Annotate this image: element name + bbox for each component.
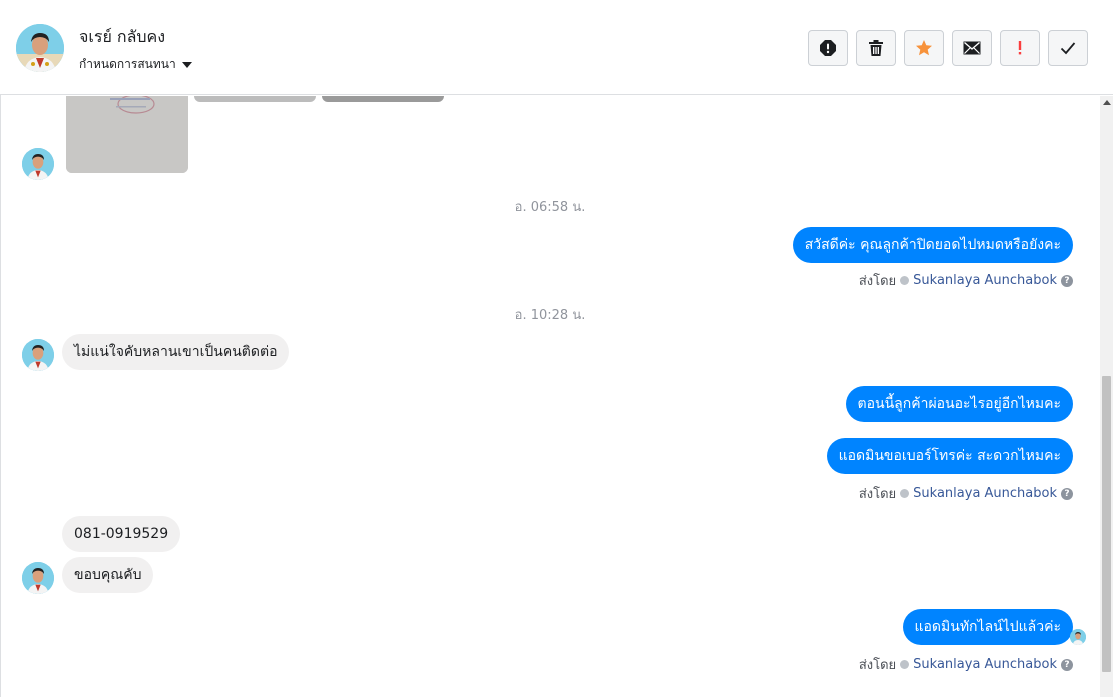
conversation-toolbar: [808, 30, 1088, 66]
sent-by-line: ส่งโดย Sukanlaya Aunchabok ?: [859, 654, 1073, 675]
contact-avatar[interactable]: [22, 562, 54, 594]
scrollbar-thumb[interactable]: [1102, 376, 1111, 672]
outgoing-message[interactable]: สวัสดีค่ะ คุณลูกค้าปิดยอดไปหมดหรือยังคะ: [792, 227, 1073, 263]
agent-status-icon: [900, 489, 910, 498]
message-list: อ. 06:58 น. สวัสดีค่ะ คุณลูกค้าปิดยอดไปห…: [0, 96, 1100, 697]
exclamation-icon: [1018, 41, 1022, 55]
outgoing-message[interactable]: แอดมินทักไลน์ไปแล้วค่ะ: [902, 609, 1073, 645]
conversation-settings-dropdown[interactable]: กำหนดการสนทนา: [79, 55, 192, 74]
sent-by-prefix: ส่งโดย: [858, 487, 897, 502]
spam-button[interactable]: [808, 30, 848, 66]
help-icon[interactable]: ?: [1061, 487, 1073, 500]
help-icon[interactable]: ?: [1061, 658, 1073, 671]
agent-status-icon: [900, 660, 910, 669]
contact-avatar[interactable]: [16, 24, 64, 72]
agent-name-link[interactable]: Sukanlaya Aunchabok: [913, 273, 1057, 288]
checkmark-icon: [1060, 42, 1076, 55]
message-timestamp: อ. 10:28 น.: [514, 308, 586, 323]
mark-unread-button[interactable]: [952, 30, 992, 66]
attached-image[interactable]: [194, 96, 316, 102]
delete-button[interactable]: [856, 30, 896, 66]
seen-avatar: [1070, 629, 1086, 645]
incoming-message[interactable]: ไม่แน่ใจคับหลานเขาเป็นคนติดต่อ: [62, 334, 290, 370]
incoming-message[interactable]: ขอบคุณคับ: [62, 557, 154, 593]
message-timestamp: อ. 06:58 น.: [514, 200, 586, 215]
sent-by-prefix: ส่งโดย: [858, 658, 897, 673]
scroll-up-arrow-icon[interactable]: [1103, 100, 1111, 105]
important-button[interactable]: [1000, 30, 1040, 66]
contact-avatar[interactable]: [22, 339, 54, 371]
incoming-message[interactable]: 081-0919529: [62, 516, 181, 552]
outgoing-message[interactable]: ตอนนี้ลูกค้าผ่อนอะไรอยู่อีกไหมคะ: [845, 386, 1073, 422]
star-icon: [916, 40, 932, 56]
attached-image[interactable]: [66, 96, 188, 173]
contact-avatar[interactable]: [22, 148, 54, 180]
message-scrollbar[interactable]: [1100, 96, 1113, 697]
sent-by-line: ส่งโดย Sukanlaya Aunchabok ?: [859, 270, 1073, 291]
caret-down-icon: [181, 61, 192, 68]
conversation-settings-label: กำหนดการสนทนา: [79, 57, 176, 71]
trash-icon: [869, 40, 883, 56]
agent-status-icon: [900, 276, 910, 285]
conversation-header: จเรย์ กลับคง กำหนดการสนทนา: [0, 0, 1113, 95]
attached-image[interactable]: [322, 96, 444, 102]
contact-name[interactable]: จเรย์ กลับคง: [79, 25, 165, 50]
help-icon[interactable]: ?: [1061, 274, 1073, 287]
alert-circle-icon: [820, 40, 836, 56]
agent-name-link[interactable]: Sukanlaya Aunchabok: [913, 486, 1057, 501]
done-button[interactable]: [1048, 30, 1088, 66]
sent-by-line: ส่งโดย Sukanlaya Aunchabok ?: [859, 483, 1073, 504]
star-button[interactable]: [904, 30, 944, 66]
envelope-icon: [963, 41, 981, 55]
document-photo-image: [66, 96, 188, 173]
sent-by-prefix: ส่งโดย: [858, 274, 897, 289]
agent-name-link[interactable]: Sukanlaya Aunchabok: [913, 657, 1057, 672]
outgoing-message[interactable]: แอดมินขอเบอร์โทรค่ะ สะดวกไหมคะ: [826, 438, 1073, 474]
